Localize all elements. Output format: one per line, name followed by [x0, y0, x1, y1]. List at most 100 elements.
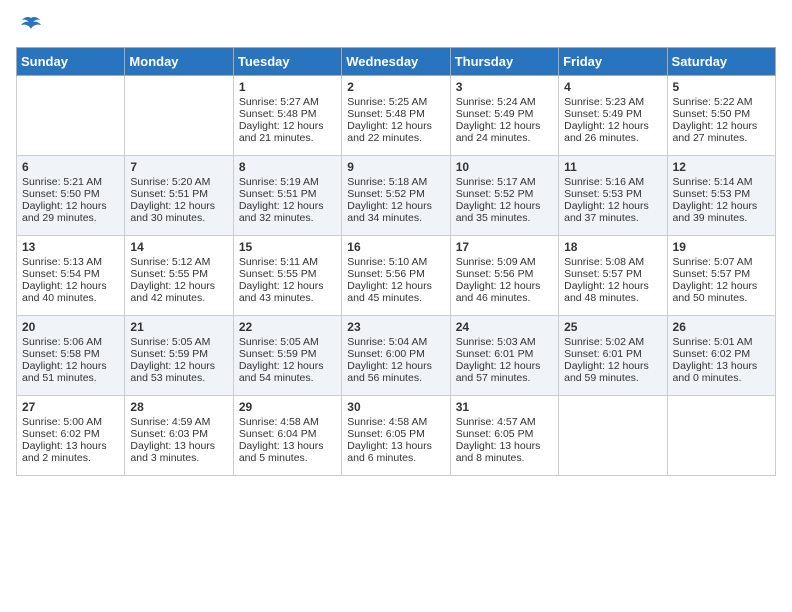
sunrise-text: Sunrise: 5:05 AM [239, 336, 336, 348]
sunrise-text: Sunrise: 5:06 AM [22, 336, 119, 348]
calendar-cell: 17Sunrise: 5:09 AMSunset: 5:56 PMDayligh… [450, 236, 558, 316]
day-number: 19 [673, 240, 770, 254]
day-number: 10 [456, 160, 553, 174]
daylight-text: Daylight: 12 hours and 32 minutes. [239, 200, 336, 224]
day-number: 17 [456, 240, 553, 254]
day-header-saturday: Saturday [667, 48, 775, 76]
day-number: 18 [564, 240, 661, 254]
day-number: 6 [22, 160, 119, 174]
calendar-cell: 19Sunrise: 5:07 AMSunset: 5:57 PMDayligh… [667, 236, 775, 316]
daylight-text: Daylight: 13 hours and 5 minutes. [239, 440, 336, 464]
daylight-text: Daylight: 12 hours and 40 minutes. [22, 280, 119, 304]
daylight-text: Daylight: 12 hours and 59 minutes. [564, 360, 661, 384]
daylight-text: Daylight: 12 hours and 57 minutes. [456, 360, 553, 384]
sunrise-text: Sunrise: 5:08 AM [564, 256, 661, 268]
calendar-cell: 11Sunrise: 5:16 AMSunset: 5:53 PMDayligh… [559, 156, 667, 236]
sunset-text: Sunset: 5:51 PM [239, 188, 336, 200]
sunset-text: Sunset: 5:57 PM [673, 268, 770, 280]
daylight-text: Daylight: 12 hours and 51 minutes. [22, 360, 119, 384]
day-number: 1 [239, 80, 336, 94]
daylight-text: Daylight: 12 hours and 22 minutes. [347, 120, 444, 144]
sunset-text: Sunset: 6:02 PM [22, 428, 119, 440]
calendar-cell: 8 Sunrise: 5:19 AMSunset: 5:51 PMDaylight… [233, 156, 341, 236]
sunrise-text: Sunrise: 5:05 AM [130, 336, 227, 348]
sunset-text: Sunset: 5:53 PM [564, 188, 661, 200]
sunrise-text: Sunrise: 5:17 AM [456, 176, 553, 188]
day-header-wednesday: Wednesday [342, 48, 450, 76]
calendar-cell: 2Sunrise: 5:25 AMSunset: 5:48 PMDaylight… [342, 76, 450, 156]
sunrise-text: Sunrise: 5:00 AM [22, 416, 119, 428]
calendar-cell: 29Sunrise: 4:58 AMSunset: 6:04 PMDayligh… [233, 396, 341, 476]
daylight-text: Daylight: 13 hours and 2 minutes. [22, 440, 119, 464]
sunrise-text: Sunrise: 4:57 AM [456, 416, 553, 428]
sunset-text: Sunset: 5:48 PM [239, 108, 336, 120]
sunrise-text: Sunrise: 5:16 AM [564, 176, 661, 188]
sunset-text: Sunset: 5:59 PM [239, 348, 336, 360]
sunrise-text: Sunrise: 5:27 AM [239, 96, 336, 108]
calendar-cell [667, 396, 775, 476]
logo-bird-icon [20, 16, 42, 39]
logo [16, 16, 44, 35]
sunrise-text: Sunrise: 5:14 AM [673, 176, 770, 188]
daylight-text: Daylight: 12 hours and 21 minutes. [239, 120, 336, 144]
sunrise-text: Sunrise: 5:19 AM [239, 176, 336, 188]
sunrise-text: Sunrise: 5:24 AM [456, 96, 553, 108]
sunset-text: Sunset: 5:56 PM [347, 268, 444, 280]
calendar-cell: 18 Sunrise: 5:08 AMSunset: 5:57 PMDayligh… [559, 236, 667, 316]
sunset-text: Sunset: 5:54 PM [22, 268, 119, 280]
daylight-text: Daylight: 12 hours and 45 minutes. [347, 280, 444, 304]
daylight-text: Daylight: 13 hours and 6 minutes. [347, 440, 444, 464]
sunset-text: Sunset: 6:03 PM [130, 428, 227, 440]
calendar-cell: 7Sunrise: 5:20 AMSunset: 5:51 PMDaylight… [125, 156, 233, 236]
daylight-text: Daylight: 12 hours and 27 minutes. [673, 120, 770, 144]
sunset-text: Sunset: 6:02 PM [673, 348, 770, 360]
daylight-text: Daylight: 12 hours and 43 minutes. [239, 280, 336, 304]
day-number: 28 [130, 400, 227, 414]
day-number: 3 [456, 80, 553, 94]
sunrise-text: Sunrise: 5:21 AM [22, 176, 119, 188]
calendar-cell: 22Sunrise: 5:05 AMSunset: 5:59 PMDayligh… [233, 316, 341, 396]
day-number: 2 [347, 80, 444, 94]
sunset-text: Sunset: 5:49 PM [564, 108, 661, 120]
calendar-cell: 13Sunrise: 5:13 AMSunset: 5:54 PMDayligh… [17, 236, 125, 316]
daylight-text: Daylight: 12 hours and 35 minutes. [456, 200, 553, 224]
daylight-text: Daylight: 13 hours and 0 minutes. [673, 360, 770, 384]
calendar-cell: 10Sunrise: 5:17 AMSunset: 5:52 PMDayligh… [450, 156, 558, 236]
sunset-text: Sunset: 5:55 PM [239, 268, 336, 280]
day-number: 12 [673, 160, 770, 174]
sunset-text: Sunset: 5:55 PM [130, 268, 227, 280]
day-header-friday: Friday [559, 48, 667, 76]
day-header-thursday: Thursday [450, 48, 558, 76]
calendar-cell: 3Sunrise: 5:24 AMSunset: 5:49 PMDaylight… [450, 76, 558, 156]
day-number: 8 [239, 160, 336, 174]
sunset-text: Sunset: 5:53 PM [673, 188, 770, 200]
sunset-text: Sunset: 5:57 PM [564, 268, 661, 280]
daylight-text: Daylight: 12 hours and 34 minutes. [347, 200, 444, 224]
calendar-cell: 1 Sunrise: 5:27 AMSunset: 5:48 PMDaylight… [233, 76, 341, 156]
calendar-cell: 5Sunrise: 5:22 AMSunset: 5:50 PMDaylight… [667, 76, 775, 156]
daylight-text: Daylight: 12 hours and 50 minutes. [673, 280, 770, 304]
sunrise-text: Sunrise: 5:03 AM [456, 336, 553, 348]
daylight-text: Daylight: 12 hours and 48 minutes. [564, 280, 661, 304]
day-header-monday: Monday [125, 48, 233, 76]
day-number: 26 [673, 320, 770, 334]
daylight-text: Daylight: 12 hours and 53 minutes. [130, 360, 227, 384]
sunrise-text: Sunrise: 5:23 AM [564, 96, 661, 108]
calendar-cell [125, 76, 233, 156]
daylight-text: Daylight: 12 hours and 39 minutes. [673, 200, 770, 224]
page-header [16, 16, 776, 35]
sunset-text: Sunset: 5:56 PM [456, 268, 553, 280]
calendar-cell: 26Sunrise: 5:01 AMSunset: 6:02 PMDayligh… [667, 316, 775, 396]
day-number: 7 [130, 160, 227, 174]
calendar-cell: 31Sunrise: 4:57 AMSunset: 6:05 PMDayligh… [450, 396, 558, 476]
daylight-text: Daylight: 12 hours and 29 minutes. [22, 200, 119, 224]
daylight-text: Daylight: 12 hours and 54 minutes. [239, 360, 336, 384]
day-number: 31 [456, 400, 553, 414]
sunrise-text: Sunrise: 5:04 AM [347, 336, 444, 348]
calendar-cell: 12 Sunrise: 5:14 AMSunset: 5:53 PMDayligh… [667, 156, 775, 236]
daylight-text: Daylight: 12 hours and 37 minutes. [564, 200, 661, 224]
calendar-cell: 4Sunrise: 5:23 AMSunset: 5:49 PMDaylight… [559, 76, 667, 156]
day-number: 29 [239, 400, 336, 414]
sunset-text: Sunset: 5:50 PM [673, 108, 770, 120]
daylight-text: Daylight: 12 hours and 46 minutes. [456, 280, 553, 304]
